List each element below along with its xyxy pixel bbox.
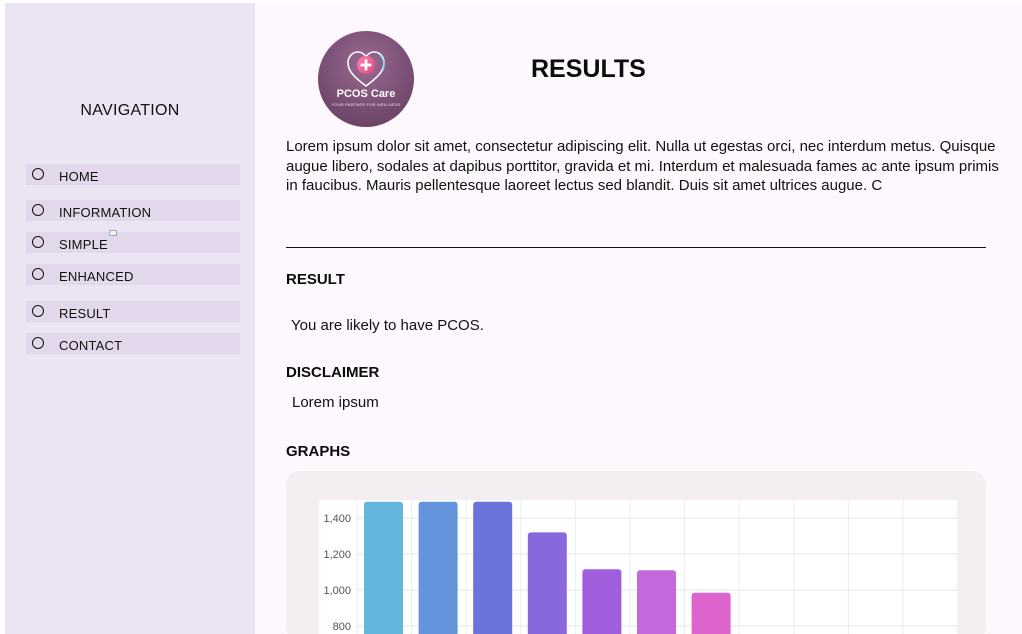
nav-item-label: ENHANCED	[59, 269, 134, 284]
intro-paragraph: Lorem ipsum dolor sit amet, consectetur …	[286, 138, 999, 194]
divider	[286, 247, 986, 248]
nav-title: NAVIGATION	[80, 102, 180, 119]
logo: PCOS Care YOUR PARTNER FOR WELLNESS	[318, 31, 414, 127]
radio-icon[interactable]	[32, 204, 44, 216]
radio-icon[interactable]	[32, 337, 44, 349]
bar	[527, 532, 567, 634]
bar	[418, 501, 458, 634]
bar-chart: 800 1,000 1,200 1,400	[323, 500, 957, 634]
page-title: RESULTS	[531, 55, 646, 83]
chart-plot-area: 800 1,000 1,200 1,400	[319, 500, 957, 634]
cursor-icon	[109, 230, 117, 236]
chart-card: 800 1,000 1,200 1,400	[286, 471, 986, 634]
nav-item-label: CONTACT	[59, 338, 123, 353]
y-tick-label: 1,400	[323, 513, 351, 525]
y-tick-label: 1,200	[323, 549, 351, 561]
nav-item-home[interactable]: HOME	[26, 164, 240, 185]
radio-icon[interactable]	[32, 268, 44, 280]
bar	[582, 569, 622, 634]
nav-item-information[interactable]: INFORMATION	[26, 200, 240, 221]
bar	[691, 592, 731, 634]
bar	[637, 570, 676, 634]
result-heading: RESULT	[286, 271, 345, 288]
radio-icon[interactable]	[32, 168, 44, 180]
main-content: PCOS Care YOUR PARTNER FOR WELLNESS RESU…	[255, 3, 1022, 634]
y-tick-label: 800	[333, 621, 351, 633]
bar	[473, 501, 513, 634]
bar	[364, 501, 403, 634]
logo-text: PCOS Care	[336, 88, 396, 100]
sidebar: NAVIGATION HOME INFORMATION SIMPLE ENHAN…	[5, 3, 255, 634]
nav-item-enhanced[interactable]: ENHANCED	[26, 264, 240, 285]
nav-item-contact[interactable]: CONTACT	[26, 333, 240, 354]
heart-cross-icon	[347, 51, 385, 88]
y-tick-label: 1,000	[323, 585, 351, 597]
radio-icon[interactable]	[32, 236, 44, 248]
disclaimer-heading: DISCLAIMER	[286, 364, 380, 381]
disclaimer-text: Lorem ipsum	[292, 394, 379, 411]
logo-tagline: YOUR PARTNER FOR WELLNESS	[331, 102, 401, 107]
nav-item-result[interactable]: RESULT	[26, 301, 240, 322]
nav-item-label: INFORMATION	[59, 205, 152, 220]
nav-item-label: RESULT	[59, 306, 111, 321]
radio-icon[interactable]	[32, 305, 44, 317]
nav-item-simple[interactable]: SIMPLE	[26, 232, 240, 253]
result-text: You are likely to have PCOS.	[291, 317, 484, 334]
graphs-heading: GRAPHS	[286, 443, 351, 460]
nav-item-label: SIMPLE	[59, 237, 108, 252]
nav-item-label: HOME	[59, 169, 99, 184]
